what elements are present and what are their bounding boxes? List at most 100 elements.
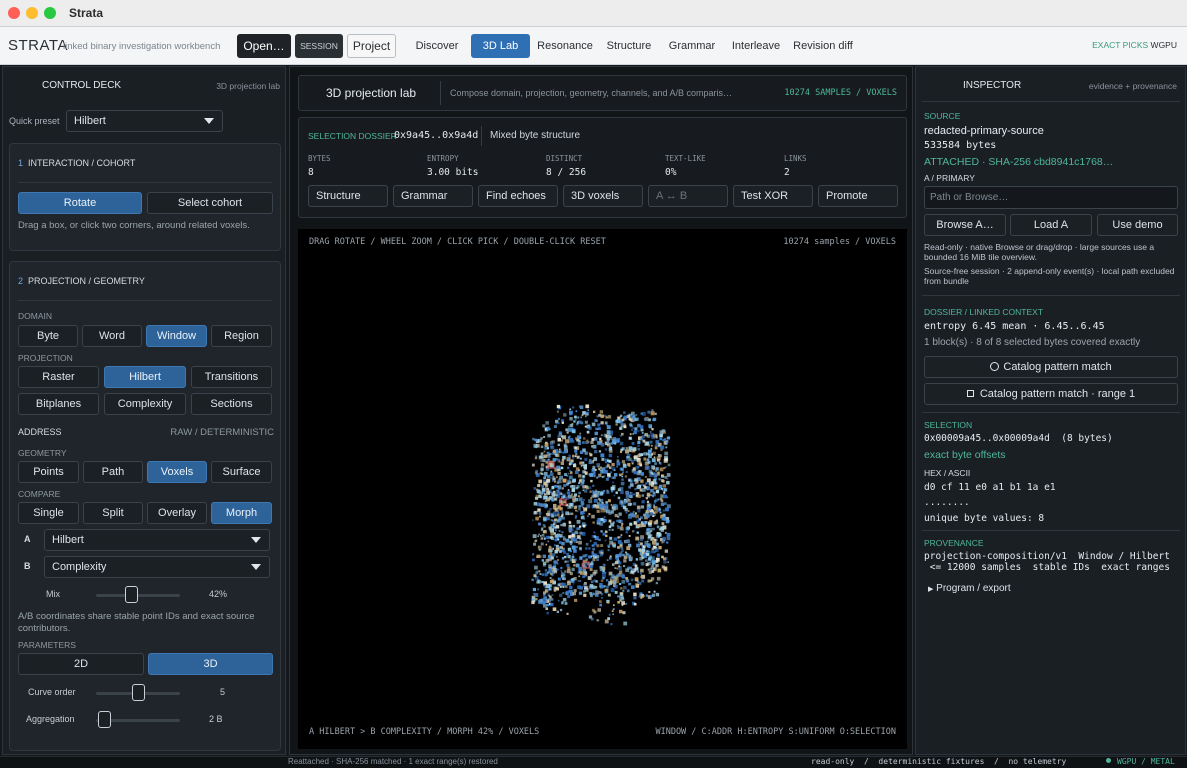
divider bbox=[18, 182, 272, 183]
compare-single-button[interactable]: Single bbox=[18, 502, 79, 524]
catalog-range-button[interactable]: Catalog pattern match · range 1 bbox=[924, 383, 1178, 405]
voxel bbox=[590, 580, 594, 584]
geometry-voxels-button[interactable]: Voxels bbox=[147, 461, 207, 483]
voxel bbox=[551, 536, 555, 540]
voxel bbox=[639, 537, 644, 542]
geometry-path-button[interactable]: Path bbox=[83, 461, 143, 483]
use-demo-button[interactable]: Use demo bbox=[1097, 214, 1178, 236]
voxel bbox=[579, 531, 583, 535]
voxel bbox=[571, 423, 574, 425]
voxel bbox=[664, 476, 668, 479]
compare-b-select[interactable]: Complexity bbox=[44, 556, 270, 578]
dimension-2d-button[interactable]: 2D bbox=[18, 653, 144, 675]
readonly-note: Read-only · native Browse or drag/drop ·… bbox=[924, 242, 1155, 262]
select-cohort-button[interactable]: Select cohort bbox=[147, 192, 273, 214]
voxel bbox=[625, 458, 629, 461]
domain-window-button[interactable]: Window bbox=[146, 325, 207, 347]
curve-order-slider-handle[interactable] bbox=[132, 684, 145, 701]
tab-discover[interactable]: Discover bbox=[410, 34, 464, 58]
dimension-3d-button[interactable]: 3D bbox=[148, 653, 273, 675]
geometry-points-button[interactable]: Points bbox=[18, 461, 79, 483]
aggregation-slider-handle[interactable] bbox=[98, 711, 112, 728]
voxel bbox=[573, 549, 577, 553]
promote-button[interactable]: Promote bbox=[818, 185, 898, 207]
voxel bbox=[633, 455, 638, 460]
tab-revision-diff[interactable]: Revision diff bbox=[790, 34, 856, 58]
voxel-cloud[interactable] bbox=[298, 229, 907, 749]
voxel bbox=[632, 510, 635, 513]
tab-grammar[interactable]: Grammar bbox=[664, 34, 720, 58]
browse-a-button[interactable]: Browse A… bbox=[924, 214, 1006, 236]
tab-resonance[interactable]: Resonance bbox=[535, 34, 595, 58]
voxel bbox=[624, 423, 627, 426]
projection-transitions-button[interactable]: Transitions bbox=[191, 366, 272, 388]
voxel bbox=[635, 583, 638, 586]
compare-split-button[interactable]: Split bbox=[83, 502, 143, 524]
voxel bbox=[553, 503, 557, 508]
close-window-button[interactable] bbox=[8, 7, 20, 19]
projection-sections-button[interactable]: Sections bbox=[191, 393, 272, 415]
voxel bbox=[643, 457, 647, 461]
voxel bbox=[567, 489, 570, 491]
project-button[interactable]: Project bbox=[347, 34, 396, 58]
compare-overlay-button[interactable]: Overlay bbox=[147, 502, 207, 524]
projection-hilbert-button[interactable]: Hilbert bbox=[104, 366, 186, 388]
square-icon bbox=[966, 390, 974, 397]
stat-value: 8 bbox=[308, 167, 314, 178]
voxel bbox=[578, 474, 582, 478]
compare-morph-button[interactable]: Morph bbox=[211, 502, 272, 524]
voxel bbox=[613, 604, 615, 606]
load-a-button[interactable]: Load A bbox=[1010, 214, 1092, 236]
compare-a-select[interactable]: Hilbert bbox=[44, 529, 270, 551]
voxel bbox=[623, 425, 627, 429]
projection-complexity-button[interactable]: Complexity bbox=[104, 393, 186, 415]
voxel bbox=[615, 560, 619, 565]
voxel bbox=[575, 453, 578, 456]
projection-bitplanes-button[interactable]: Bitplanes bbox=[18, 393, 99, 415]
structure-button[interactable]: Structure bbox=[308, 185, 388, 207]
tab-interleave[interactable]: Interleave bbox=[728, 34, 784, 58]
voxel bbox=[597, 518, 601, 521]
voxel-viewport[interactable]: DRAG ROTATE / WHEEL ZOOM / CLICK PICK / … bbox=[298, 229, 907, 749]
voxel bbox=[543, 454, 548, 458]
voxel bbox=[547, 447, 549, 450]
test-xor-button[interactable]: Test XOR bbox=[733, 185, 813, 207]
geometry-surface-button[interactable]: Surface bbox=[211, 461, 272, 483]
zoom-window-button[interactable] bbox=[44, 7, 56, 19]
voxel bbox=[646, 531, 651, 536]
domain-byte-button[interactable]: Byte bbox=[18, 325, 78, 347]
swap-ab-button[interactable]: A ↔ B bbox=[648, 185, 728, 207]
rotate-button[interactable]: Rotate bbox=[18, 192, 142, 214]
mix-slider-handle[interactable] bbox=[125, 586, 139, 603]
tab-structure[interactable]: Structure bbox=[602, 34, 656, 58]
path-input[interactable]: Path or Browse… bbox=[924, 186, 1178, 209]
voxel bbox=[648, 444, 651, 447]
voxel bbox=[606, 430, 611, 434]
grammar-button[interactable]: Grammar bbox=[393, 185, 473, 207]
voxel bbox=[575, 563, 580, 568]
session-button[interactable]: SESSION bbox=[295, 34, 343, 58]
voxel bbox=[599, 566, 603, 569]
program-export-toggle[interactable]: ▶ Program / export bbox=[928, 583, 1011, 594]
triangle-right-icon: ▶ bbox=[928, 586, 934, 593]
domain-region-button[interactable]: Region bbox=[211, 325, 272, 347]
catalog-match-button[interactable]: Catalog pattern match bbox=[924, 356, 1178, 378]
minimize-window-button[interactable] bbox=[26, 7, 38, 19]
domain-word-button[interactable]: Word bbox=[82, 325, 142, 347]
voxel bbox=[591, 514, 595, 519]
voxel bbox=[554, 425, 557, 428]
voxel bbox=[565, 439, 569, 444]
voxel bbox=[660, 447, 663, 450]
voxel bbox=[653, 491, 656, 494]
dossier-label: SELECTION DOSSIER bbox=[308, 131, 397, 141]
3d-voxels-button[interactable]: 3D voxels bbox=[563, 185, 643, 207]
voxel bbox=[591, 468, 596, 473]
voxel bbox=[556, 404, 560, 409]
tab-3d-lab[interactable]: 3D Lab bbox=[471, 34, 530, 58]
voxel bbox=[592, 521, 595, 524]
quick-preset-select[interactable]: Hilbert bbox=[66, 110, 223, 132]
find-echoes-button[interactable]: Find echoes bbox=[478, 185, 558, 207]
projection-raster-button[interactable]: Raster bbox=[18, 366, 99, 388]
open-button[interactable]: Open… bbox=[237, 34, 291, 58]
voxel bbox=[653, 485, 658, 490]
